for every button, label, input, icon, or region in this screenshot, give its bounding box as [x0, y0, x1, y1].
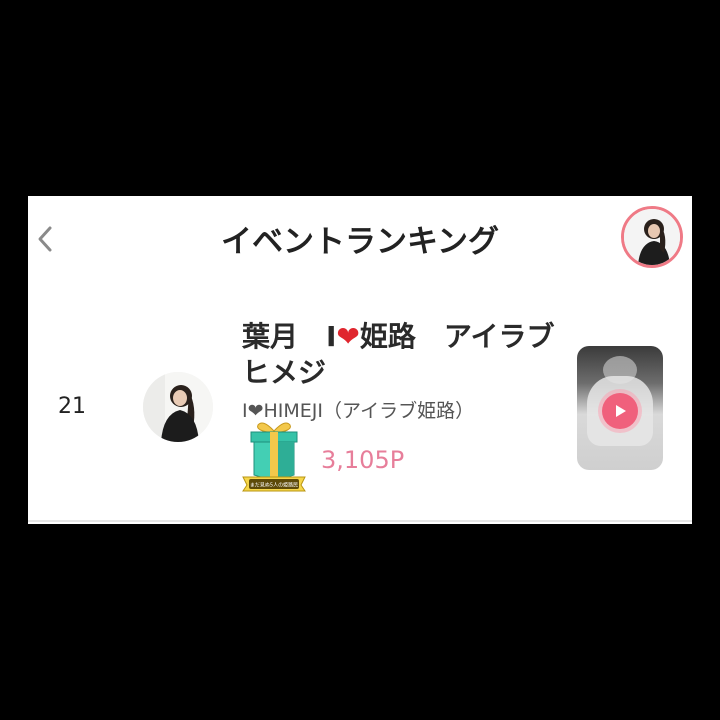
header: イベントランキング: [28, 196, 692, 286]
gift-icon: まだ見ぬ5人の姫路民: [242, 422, 306, 492]
avatar-image: [143, 372, 213, 442]
avatar: [624, 209, 680, 265]
profile-avatar-button[interactable]: [621, 206, 683, 268]
badge-text: まだ見ぬ5人の姫路民: [250, 482, 298, 489]
ranking-panel: イベントランキング 21 葉月 I❤姫路 アイラブヒメジ I❤HIMEJI（アイ…: [28, 196, 692, 524]
rank-number: 21: [58, 394, 86, 419]
play-button[interactable]: [602, 393, 638, 429]
row-divider: [28, 520, 692, 522]
video-thumbnail[interactable]: [577, 346, 663, 470]
points-value: 3,105P: [321, 446, 405, 474]
page-title: イベントランキング: [220, 224, 500, 260]
ranking-row[interactable]: 21 葉月 I❤姫路 アイラブヒメジ I❤HIMEJI（アイラブ姫路） まだ見ぬ…: [28, 296, 692, 516]
play-icon[interactable]: [612, 403, 628, 419]
gift-badge: まだ見ぬ5人の姫路民: [241, 419, 307, 493]
user-name: 葉月 I❤姫路 アイラブヒメジ: [242, 319, 572, 391]
heart-icon: ❤: [336, 320, 360, 353]
user-avatar[interactable]: [143, 372, 213, 442]
name-part-1: 葉月 I: [242, 320, 337, 353]
